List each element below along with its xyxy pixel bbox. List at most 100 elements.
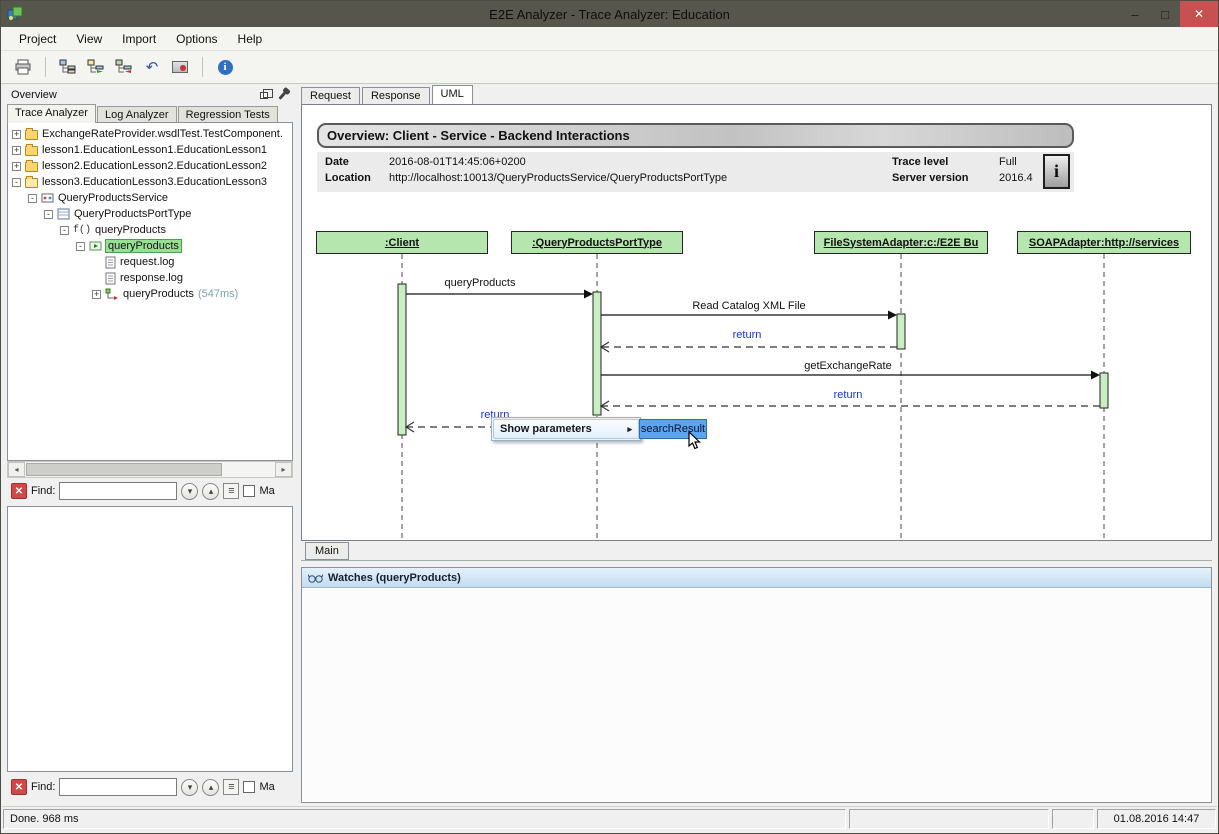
tab-trace-analyzer[interactable]: Trace Analyzer: [7, 104, 96, 123]
menu-help[interactable]: Help: [228, 29, 273, 49]
expander-icon[interactable]: +: [12, 130, 21, 139]
tab-request[interactable]: Request: [301, 87, 360, 104]
tree-item-label: QueryProductsPortType: [74, 208, 191, 220]
lifeline-porttype[interactable]: :QueryProductsPortType: [511, 231, 683, 254]
secondary-panel: [7, 506, 293, 772]
lifeline-soap-adapter[interactable]: SOAPAdapter:http://services: [1017, 231, 1191, 254]
find-next-icon[interactable]: ▾: [181, 483, 198, 500]
find-bar: ✕ Find: ▾ ▴ ≡ Ma: [7, 478, 293, 504]
tree-item[interactable]: - QueryProductsService: [8, 190, 292, 206]
tree-item-label: lesson3.EducationLesson3.EducationLesson…: [42, 176, 267, 188]
expander-icon[interactable]: -: [76, 242, 85, 251]
expander-icon[interactable]: -: [44, 210, 53, 219]
scroll-thumb[interactable]: [26, 463, 222, 476]
expander-icon[interactable]: -: [28, 194, 37, 203]
overview-header: Overview: [7, 86, 293, 104]
tree-item[interactable]: request.log: [8, 254, 292, 270]
find-next-icon[interactable]: ▾: [181, 779, 198, 796]
tree-hscrollbar[interactable]: ◂ ▸: [7, 461, 293, 478]
tree-item[interactable]: + queryProducts (547ms): [8, 286, 292, 302]
toolbar-separator: [45, 57, 46, 77]
toolbar: ↶ i: [1, 51, 1218, 84]
context-menu-show-parameters[interactable]: Show parameters ▸: [493, 419, 639, 439]
tree-item[interactable]: + lesson1.EducationLesson1.EducationLess…: [8, 142, 292, 158]
minimize-button[interactable]: –: [1120, 1, 1150, 27]
expander-icon[interactable]: +: [12, 162, 21, 171]
close-find-icon[interactable]: ✕: [11, 779, 27, 795]
uml-diagram-panel: Overview: Client - Service - Backend Int…: [301, 104, 1212, 541]
expand-tree-icon[interactable]: [86, 58, 106, 76]
tree-item-label: queryProducts: [106, 240, 181, 252]
scroll-right-icon[interactable]: ▸: [275, 462, 292, 477]
info-icon[interactable]: i: [215, 58, 235, 76]
find-list-icon[interactable]: ≡: [223, 483, 239, 499]
overview-title: Overview: [11, 89, 57, 101]
tab-uml[interactable]: UML: [432, 85, 473, 104]
tree-item-label: ExchangeRateProvider.wsdlTest.TestCompon…: [42, 128, 283, 140]
tree-item[interactable]: + lesson2.EducationLesson2.EducationLess…: [8, 158, 292, 174]
watches-icon: [308, 572, 323, 584]
status-clock: 01.08.2016 14:47: [1097, 809, 1216, 829]
pin-panel-icon[interactable]: [275, 89, 289, 102]
tree-item-label: lesson1.EducationLesson1.EducationLesson…: [42, 144, 267, 156]
tree-item[interactable]: response.log: [8, 270, 292, 286]
close-find-icon[interactable]: ✕: [11, 483, 27, 499]
tree-item-label: request.log: [120, 256, 174, 268]
match-case-checkbox[interactable]: [243, 485, 255, 497]
statusbar: Done. 968 ms 01.08.2016 14:47: [2, 806, 1217, 830]
expander-icon[interactable]: -: [60, 226, 69, 235]
menu-import[interactable]: Import: [112, 29, 166, 49]
find-previous-icon[interactable]: ▴: [202, 483, 219, 500]
porttype-icon: [57, 208, 70, 220]
maximize-button[interactable]: □: [1150, 1, 1180, 27]
message-getexchangerate: getExchangeRate: [748, 360, 948, 372]
status-message: Done. 968 ms: [3, 809, 846, 829]
lifeline-filesystem-adapter[interactable]: FileSystemAdapter:c:/E2E Bu: [814, 231, 988, 254]
scroll-left-icon[interactable]: ◂: [8, 462, 25, 477]
close-button[interactable]: ✕: [1180, 1, 1218, 27]
sequence-diagram: [302, 105, 1213, 542]
print-icon[interactable]: [13, 58, 33, 76]
undo-icon[interactable]: ↶: [142, 58, 162, 76]
collapse-tree-icon[interactable]: [114, 58, 134, 76]
tree-item[interactable]: - f() queryProducts: [8, 222, 292, 238]
expander-icon[interactable]: +: [12, 146, 21, 155]
find-input-2[interactable]: [59, 778, 177, 796]
tree-item-duration: (547ms): [198, 288, 238, 300]
tab-main[interactable]: Main: [305, 542, 349, 560]
expander-icon[interactable]: +: [92, 290, 101, 299]
tab-response[interactable]: Response: [362, 87, 430, 104]
titlebar: E2E Analyzer - Trace Analyzer: Education…: [1, 1, 1218, 27]
status-segment: [1052, 809, 1094, 829]
watches-title: Watches (queryProducts): [328, 572, 461, 584]
menu-options[interactable]: Options: [166, 29, 227, 49]
message-read-catalog: Read Catalog XML File: [649, 300, 849, 312]
find-previous-icon[interactable]: ▴: [202, 779, 219, 796]
tree-item[interactable]: - QueryProductsPortType: [8, 206, 292, 222]
match-case-checkbox[interactable]: [243, 781, 255, 793]
trace-tree-icon[interactable]: [58, 58, 78, 76]
menu-project[interactable]: Project: [9, 29, 66, 49]
folder-icon: [25, 144, 38, 156]
main-tabs: Request Response UML: [301, 85, 475, 104]
log-file-icon: [105, 272, 116, 285]
window-title: E2E Analyzer - Trace Analyzer: Education: [1, 7, 1218, 22]
message-return-1: return: [697, 329, 797, 341]
tree-item-selected[interactable]: - queryProducts: [8, 238, 292, 254]
tree-item[interactable]: - lesson3.EducationLesson3.EducationLess…: [8, 174, 292, 190]
menu-view[interactable]: View: [66, 29, 112, 49]
match-case-label: Ma: [259, 485, 274, 497]
tab-log-analyzer[interactable]: Log Analyzer: [97, 106, 177, 123]
lifeline-client[interactable]: :Client: [316, 231, 488, 254]
tab-regression-tests[interactable]: Regression Tests: [178, 106, 278, 123]
tree-item-label: QueryProductsService: [58, 192, 168, 204]
function-icon: f(): [73, 225, 91, 236]
stop-log-icon[interactable]: [170, 58, 190, 76]
expander-icon[interactable]: -: [12, 178, 21, 187]
find-list-icon[interactable]: ≡: [223, 779, 239, 795]
folder-open-icon: [25, 176, 38, 188]
tree-item[interactable]: + ExchangeRateProvider.wsdlTest.TestComp…: [8, 126, 292, 142]
find-input[interactable]: [59, 482, 177, 500]
float-panel-icon[interactable]: [257, 89, 271, 102]
find-bar-2: ✕ Find: ▾ ▴ ≡ Ma: [7, 774, 293, 800]
